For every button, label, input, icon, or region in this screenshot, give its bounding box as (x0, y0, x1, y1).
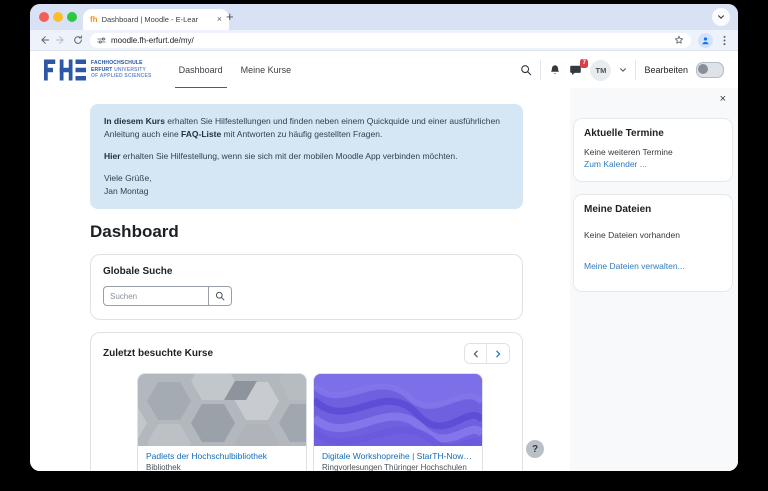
magnifier-icon (215, 291, 225, 301)
window-controls (39, 12, 77, 22)
go-to-calendar-link[interactable]: Zum Kalender ... (584, 159, 722, 169)
course-image-hexagons (138, 374, 306, 446)
carousel-pager (464, 343, 510, 364)
close-window-button[interactable] (39, 12, 49, 22)
course-name-link[interactable]: Padlets der Hochschulbibliothek (146, 451, 298, 461)
back-icon[interactable] (39, 35, 49, 45)
info-signature: Viele Grüße,Jan Montag (104, 172, 509, 198)
tab-title: Dashboard | Moodle - E-Lear (102, 15, 213, 24)
address-bar[interactable]: moodle.fh-erfurt.de/my/ (90, 33, 691, 48)
info-paragraph-1: In diesem Kurs erhalten Sie Hilfestellun… (104, 115, 509, 141)
drawer-close-icon[interactable]: × (720, 94, 726, 105)
block-title: Meine Dateien (584, 204, 722, 215)
course-image-waves (314, 374, 482, 446)
search-submit-button[interactable] (208, 286, 232, 306)
maximize-window-button[interactable] (67, 12, 77, 22)
browser-toolbar: moodle.fh-erfurt.de/my/ (30, 30, 738, 51)
site-settings-icon[interactable] (97, 36, 106, 45)
reload-icon[interactable] (73, 35, 83, 45)
recent-courses-card: Zuletzt besuchte Kurse (90, 332, 523, 471)
manage-files-link[interactable]: Meine Dateien verwalten... (584, 261, 722, 271)
course-category: Bibliothek (146, 463, 298, 471)
browser-tabstrip: fh Dashboard | Moodle - E-Lear × + (30, 4, 738, 30)
header-actions: 7 TM Bearbeiten (520, 60, 724, 81)
tab-search-chevron-icon[interactable] (712, 8, 730, 26)
moodle-favicon-icon: fh (90, 15, 98, 24)
carousel-prev-icon[interactable] (465, 344, 487, 363)
browser-window: fh Dashboard | Moodle - E-Lear × + moodl… (30, 4, 738, 471)
divider (635, 60, 636, 80)
user-avatar[interactable]: TM (590, 60, 611, 81)
user-menu-chevron-icon[interactable] (619, 66, 627, 74)
block-title: Aktuelle Termine (584, 128, 722, 139)
help-button[interactable]: ? (526, 440, 544, 458)
block-text: Keine Dateien vorhanden (584, 230, 722, 240)
moodle-header: FACHHOCHSCHULE ERFURT UNIVERSITY OF APPL… (30, 51, 738, 90)
browser-tab-active[interactable]: fh Dashboard | Moodle - E-Lear × (83, 9, 229, 30)
edit-mode-toggle[interactable] (696, 62, 724, 78)
nav-dashboard[interactable]: Dashboard (170, 51, 232, 89)
course-card-workshopreihe[interactable]: Digitale Workshopreihe | StarTH-Now! (..… (313, 373, 483, 471)
messages-icon[interactable]: 7 (569, 64, 582, 76)
search-icon[interactable] (520, 64, 532, 76)
recent-courses-title: Zuletzt besuchte Kurse (103, 348, 213, 359)
toggle-knob (698, 64, 708, 74)
fhe-logo-text: FACHHOCHSCHULE ERFURT UNIVERSITY OF APPL… (91, 60, 152, 80)
new-tab-button[interactable]: + (226, 8, 234, 25)
url-text: moodle.fh-erfurt.de/my/ (111, 36, 669, 45)
private-files-block: Meine Dateien Keine Dateien vorhanden Me… (573, 194, 733, 292)
divider (540, 60, 541, 80)
block-drawer: × Aktuelle Termine Keine weiteren Termin… (570, 88, 738, 471)
nav-meine-kurse[interactable]: Meine Kurse (232, 51, 301, 89)
info-paragraph-2: Hier erhalten Sie Hilfestellung, wenn si… (104, 150, 509, 163)
global-search-card: Globale Suche (90, 254, 523, 320)
block-text: Keine weiteren Termine (584, 147, 722, 157)
bookmark-star-icon[interactable] (674, 35, 684, 45)
carousel-next-icon[interactable] (487, 344, 509, 363)
page-content: × Aktuelle Termine Keine weiteren Termin… (30, 88, 738, 471)
primary-navigation: Dashboard Meine Kurse (170, 51, 301, 89)
browser-menu-icon[interactable] (720, 35, 729, 46)
edit-mode-label: Bearbeiten (644, 65, 688, 75)
page-title: Dashboard (90, 222, 523, 242)
course-name-link[interactable]: Digitale Workshopreihe | StarTH-Now! (..… (322, 451, 474, 461)
fhe-logo[interactable]: FACHHOCHSCHULE ERFURT UNIVERSITY OF APPL… (44, 58, 152, 82)
welcome-info-box: In diesem Kurs erhalten Sie Hilfestellun… (90, 104, 523, 209)
global-search-form (103, 286, 510, 306)
messages-count-badge: 7 (580, 59, 588, 68)
forward-icon[interactable] (56, 35, 66, 45)
notifications-bell-icon[interactable] (549, 64, 561, 76)
course-card-padlets[interactable]: Padlets der Hochschulbibliothek Biblioth… (137, 373, 307, 471)
global-search-title: Globale Suche (103, 266, 510, 277)
main-column: In diesem Kurs erhalten Sie Hilfestellun… (90, 88, 523, 471)
fhe-logo-mark-icon (44, 58, 86, 82)
minimize-window-button[interactable] (53, 12, 63, 22)
tab-close-icon[interactable]: × (217, 15, 222, 24)
course-carousel: Padlets der Hochschulbibliothek Biblioth… (137, 373, 510, 471)
search-input[interactable] (103, 286, 208, 306)
browser-profile-icon[interactable] (698, 33, 713, 48)
upcoming-events-block: Aktuelle Termine Keine weiteren Termine … (573, 118, 733, 182)
course-category: Ringvorlesungen Thüringer Hochschulen (322, 463, 474, 471)
